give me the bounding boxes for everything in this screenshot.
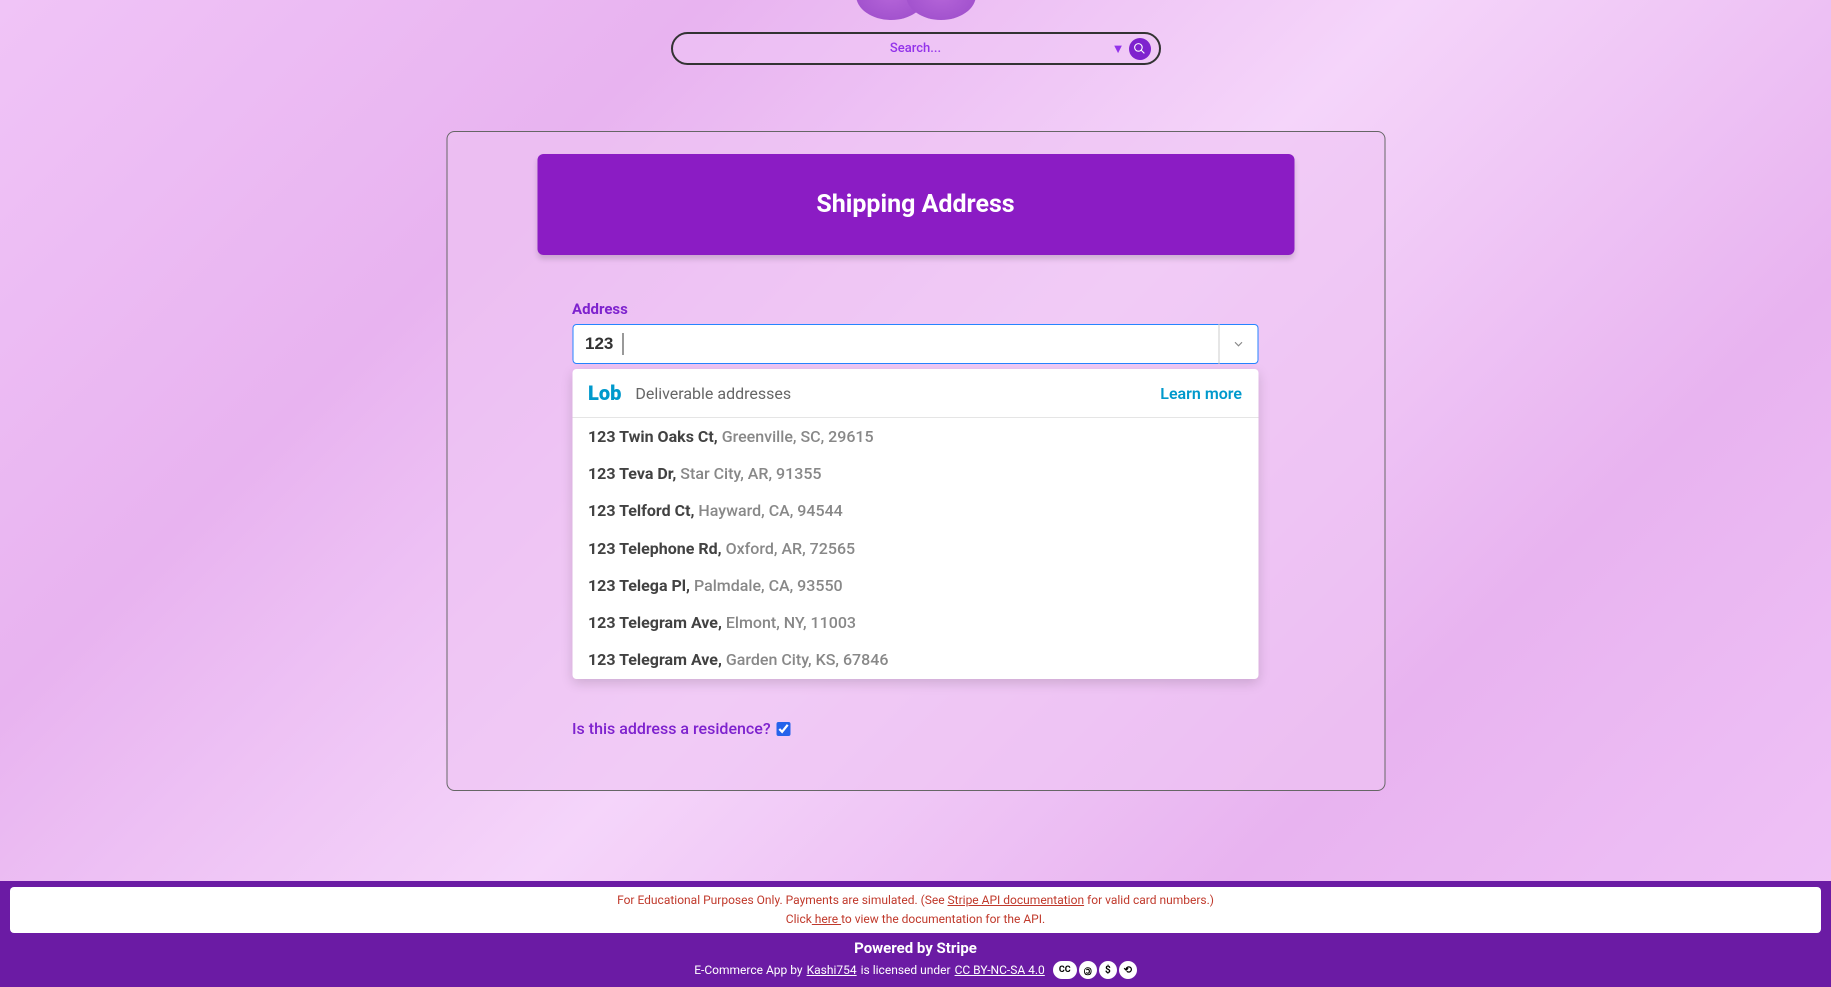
- address-input[interactable]: [572, 324, 1258, 364]
- suggestion-secondary: Hayward, CA, 94544: [698, 501, 842, 520]
- residence-row: Is this address a residence?: [572, 719, 1259, 738]
- api-docs-link[interactable]: here: [812, 912, 841, 926]
- suggestion-item[interactable]: 123 Teva Dr, Star City, AR, 91355: [572, 455, 1258, 492]
- cc-icon: CC: [1053, 961, 1077, 979]
- address-suggestions-dropdown: Lob Deliverable addresses Learn more 123…: [572, 369, 1258, 679]
- shipping-address-card: Shipping Address Address Lob Deliverable…: [446, 131, 1385, 791]
- search-container: Search... ▼: [671, 32, 1161, 65]
- author-link[interactable]: Kashi754: [807, 963, 857, 977]
- suggestion-item[interactable]: 123 Telegram Ave, Elmont, NY, 11003: [572, 604, 1258, 641]
- address-form: Address Lob Deliverable addresses Learn …: [537, 300, 1294, 738]
- notice-line-2: Click here to view the documentation for…: [10, 910, 1821, 929]
- decorative-blobs: [866, 0, 966, 20]
- notice-text: for valid card numbers.): [1084, 893, 1214, 907]
- lob-logo: Lob: [588, 381, 621, 405]
- powered-by: Powered by Stripe: [0, 939, 1831, 957]
- notice-text: Click: [786, 912, 812, 926]
- suggestion-primary: 123 Teva Dr,: [588, 464, 676, 483]
- license-row: E-Commerce App by Kashi754 is licensed u…: [0, 961, 1831, 979]
- search-icon: [1133, 42, 1146, 55]
- suggestion-primary: 123 Twin Oaks Ct,: [588, 427, 718, 446]
- suggestions-subtitle: Deliverable addresses: [635, 384, 1160, 403]
- footer-notice: For Educational Purposes Only. Payments …: [10, 887, 1821, 933]
- suggestion-item[interactable]: 123 Telegraph Hill Rd, Holmdel, NJ, 0773…: [572, 678, 1258, 679]
- search-input[interactable]: Search... ▼: [671, 32, 1161, 65]
- suggestion-item[interactable]: 123 Telford Ct, Hayward, CA, 94544: [572, 492, 1258, 529]
- license-text: is licensed under: [861, 963, 951, 977]
- dropdown-toggle[interactable]: [1218, 324, 1258, 364]
- suggestion-primary: 123 Telford Ct,: [588, 501, 694, 520]
- suggestion-list: 123 Twin Oaks Ct, Greenville, SC, 296151…: [572, 418, 1258, 679]
- suggestion-primary: 123 Telegram Ave,: [588, 613, 722, 632]
- page-footer: For Educational Purposes Only. Payments …: [0, 881, 1831, 987]
- address-input-wrapper: Lob Deliverable addresses Learn more 123…: [572, 324, 1258, 364]
- suggestion-item[interactable]: 123 Telegram Ave, Garden City, KS, 67846: [572, 641, 1258, 678]
- filter-icon[interactable]: ▼: [1112, 41, 1125, 57]
- suggestion-item[interactable]: 123 Twin Oaks Ct, Greenville, SC, 29615: [572, 418, 1258, 455]
- suggestion-secondary: Garden City, KS, 67846: [726, 650, 889, 669]
- text-cursor: [622, 333, 623, 355]
- notice-text: to view the documentation for the API.: [841, 912, 1045, 926]
- notice-line-1: For Educational Purposes Only. Payments …: [10, 891, 1821, 910]
- address-label: Address: [572, 300, 1259, 318]
- stripe-docs-link[interactable]: Stripe API documentation: [948, 893, 1085, 907]
- suggestion-secondary: Greenville, SC, 29615: [722, 427, 874, 446]
- notice-text: For Educational Purposes Only. Payments …: [617, 893, 947, 907]
- license-link[interactable]: CC BY-NC-SA 4.0: [955, 963, 1045, 977]
- cc-nc-icon: $: [1099, 961, 1117, 979]
- suggestion-item[interactable]: 123 Telega Pl, Palmdale, CA, 93550: [572, 567, 1258, 604]
- suggestion-secondary: Oxford, AR, 72565: [726, 539, 856, 558]
- suggestion-secondary: Palmdale, CA, 93550: [694, 576, 843, 595]
- suggestion-primary: 123 Telegram Ave,: [588, 650, 722, 669]
- suggestion-primary: 123 Telephone Rd,: [588, 539, 722, 558]
- cc-by-icon: 🄯: [1079, 961, 1097, 979]
- residence-label: Is this address a residence?: [572, 719, 771, 738]
- residence-checkbox[interactable]: [777, 722, 791, 736]
- search-actions: ▼: [1112, 38, 1151, 60]
- suggestion-item[interactable]: 123 Telephone Rd, Oxford, AR, 72565: [572, 530, 1258, 567]
- cc-icons: CC 🄯 $ ⟲: [1053, 961, 1137, 979]
- search-button[interactable]: [1129, 38, 1151, 60]
- learn-more-link[interactable]: Learn more: [1160, 384, 1242, 403]
- suggestion-secondary: Star City, AR, 91355: [680, 464, 821, 483]
- suggestion-primary: 123 Telega Pl,: [588, 576, 690, 595]
- chevron-down-icon: [1232, 337, 1246, 351]
- suggestion-secondary: Elmont, NY, 11003: [726, 613, 856, 632]
- card-title: Shipping Address: [537, 154, 1294, 255]
- cc-sa-icon: ⟲: [1119, 961, 1137, 979]
- suggestions-header: Lob Deliverable addresses Learn more: [572, 369, 1258, 418]
- search-placeholder: Search...: [685, 41, 1147, 56]
- license-text: E-Commerce App by: [694, 963, 802, 977]
